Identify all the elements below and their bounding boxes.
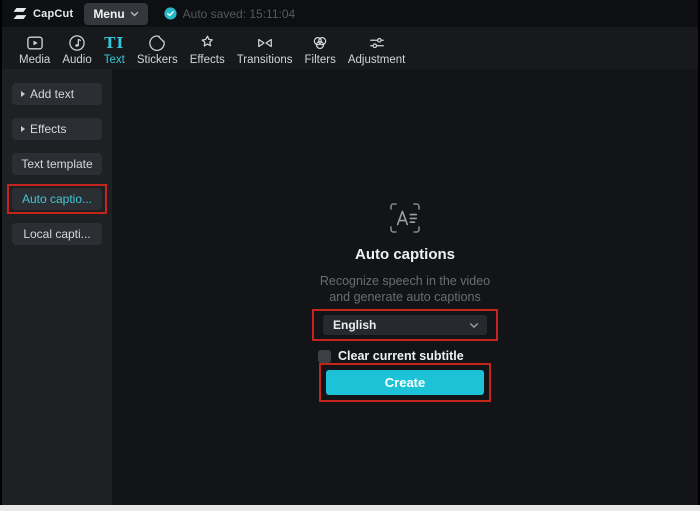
sidebar-item-add-text[interactable]: Add text xyxy=(12,83,102,105)
media-type-toolbar: Media Audio TI Text Stickers Effects Tra… xyxy=(2,27,698,69)
capcut-logo-icon xyxy=(12,7,28,20)
text-icon: TI xyxy=(104,33,125,52)
chevron-down-icon xyxy=(469,322,479,329)
panel-description-line2: and generate auto captions xyxy=(329,290,481,304)
language-select-value: English xyxy=(333,318,377,332)
annotation-box-language: English xyxy=(312,309,498,341)
sidebar-item-effects[interactable]: Effects xyxy=(12,118,102,140)
sidebar-item-local-captions[interactable]: Local capti... xyxy=(12,223,102,245)
tab-media[interactable]: Media xyxy=(13,27,56,67)
autosave-text: Auto saved: 15:11:04 xyxy=(182,6,296,21)
annotation-box-auto-captions: Auto captio... xyxy=(7,184,107,214)
clear-subtitle-checkbox[interactable] xyxy=(318,349,331,363)
auto-captions-panel: Auto captions Recognize speech in the vi… xyxy=(112,69,698,505)
panel-title: Auto captions xyxy=(355,246,455,263)
tab-media-label: Media xyxy=(19,54,51,66)
tab-effects[interactable]: Effects xyxy=(184,27,231,67)
panel-description: Recognize speech in the video and genera… xyxy=(320,273,490,305)
tab-adjustment-label: Adjustment xyxy=(347,54,406,66)
filters-icon xyxy=(310,32,330,53)
clear-subtitle-row: Clear current subtitle xyxy=(312,349,498,363)
tab-transitions-label: Transitions xyxy=(236,54,293,66)
title-bar: CapCut Menu Auto saved: 15:11:04 xyxy=(2,0,698,27)
sidebar-item-label: Text template xyxy=(21,157,93,171)
tab-filters[interactable]: Filters xyxy=(299,27,342,67)
text-sidebar: Add text Effects Text template Auto capt… xyxy=(2,69,112,505)
tab-transitions[interactable]: Transitions xyxy=(231,27,299,67)
auto-captions-icon xyxy=(387,200,423,236)
tab-text[interactable]: TI Text xyxy=(98,27,131,67)
app-brand: CapCut xyxy=(12,7,73,20)
create-button[interactable]: Create xyxy=(326,370,484,395)
sidebar-item-label: Auto captio... xyxy=(21,192,93,206)
disclosure-arrow-icon xyxy=(21,91,25,97)
language-select[interactable]: English xyxy=(323,315,487,335)
sidebar-item-label: Effects xyxy=(30,122,67,136)
sidebar-item-label: Local capti... xyxy=(23,227,91,241)
effects-icon xyxy=(197,32,217,53)
sidebar-item-auto-captions[interactable]: Auto captio... xyxy=(12,188,102,210)
clear-subtitle-label: Clear current subtitle xyxy=(338,349,464,363)
tab-stickers-label: Stickers xyxy=(136,54,178,66)
sidebar-item-text-template[interactable]: Text template xyxy=(12,153,102,175)
autosave-status: Auto saved: 15:11:04 xyxy=(164,6,296,21)
menu-button[interactable]: Menu xyxy=(84,2,148,25)
check-circle-icon xyxy=(164,7,177,20)
annotation-box-create: Create xyxy=(319,363,491,402)
tab-adjustment[interactable]: Adjustment xyxy=(342,27,412,67)
tab-effects-label: Effects xyxy=(189,54,225,66)
tab-audio[interactable]: Audio xyxy=(56,27,97,67)
stickers-icon xyxy=(147,32,167,53)
disclosure-arrow-icon xyxy=(21,126,25,132)
tab-stickers[interactable]: Stickers xyxy=(131,27,184,67)
tab-filters-label: Filters xyxy=(304,54,336,66)
tab-audio-label: Audio xyxy=(62,54,92,66)
app-brand-label: CapCut xyxy=(33,7,74,20)
media-icon xyxy=(25,32,45,53)
transitions-icon xyxy=(255,32,275,53)
chevron-down-icon xyxy=(130,11,139,17)
sidebar-item-label: Add text xyxy=(30,87,75,101)
audio-icon xyxy=(67,32,87,53)
adjustment-icon xyxy=(367,32,387,53)
menu-button-label: Menu xyxy=(93,6,125,21)
panel-description-line1: Recognize speech in the video xyxy=(319,274,491,288)
tab-text-label: Text xyxy=(103,54,125,66)
window-bottom-edge xyxy=(0,505,700,511)
